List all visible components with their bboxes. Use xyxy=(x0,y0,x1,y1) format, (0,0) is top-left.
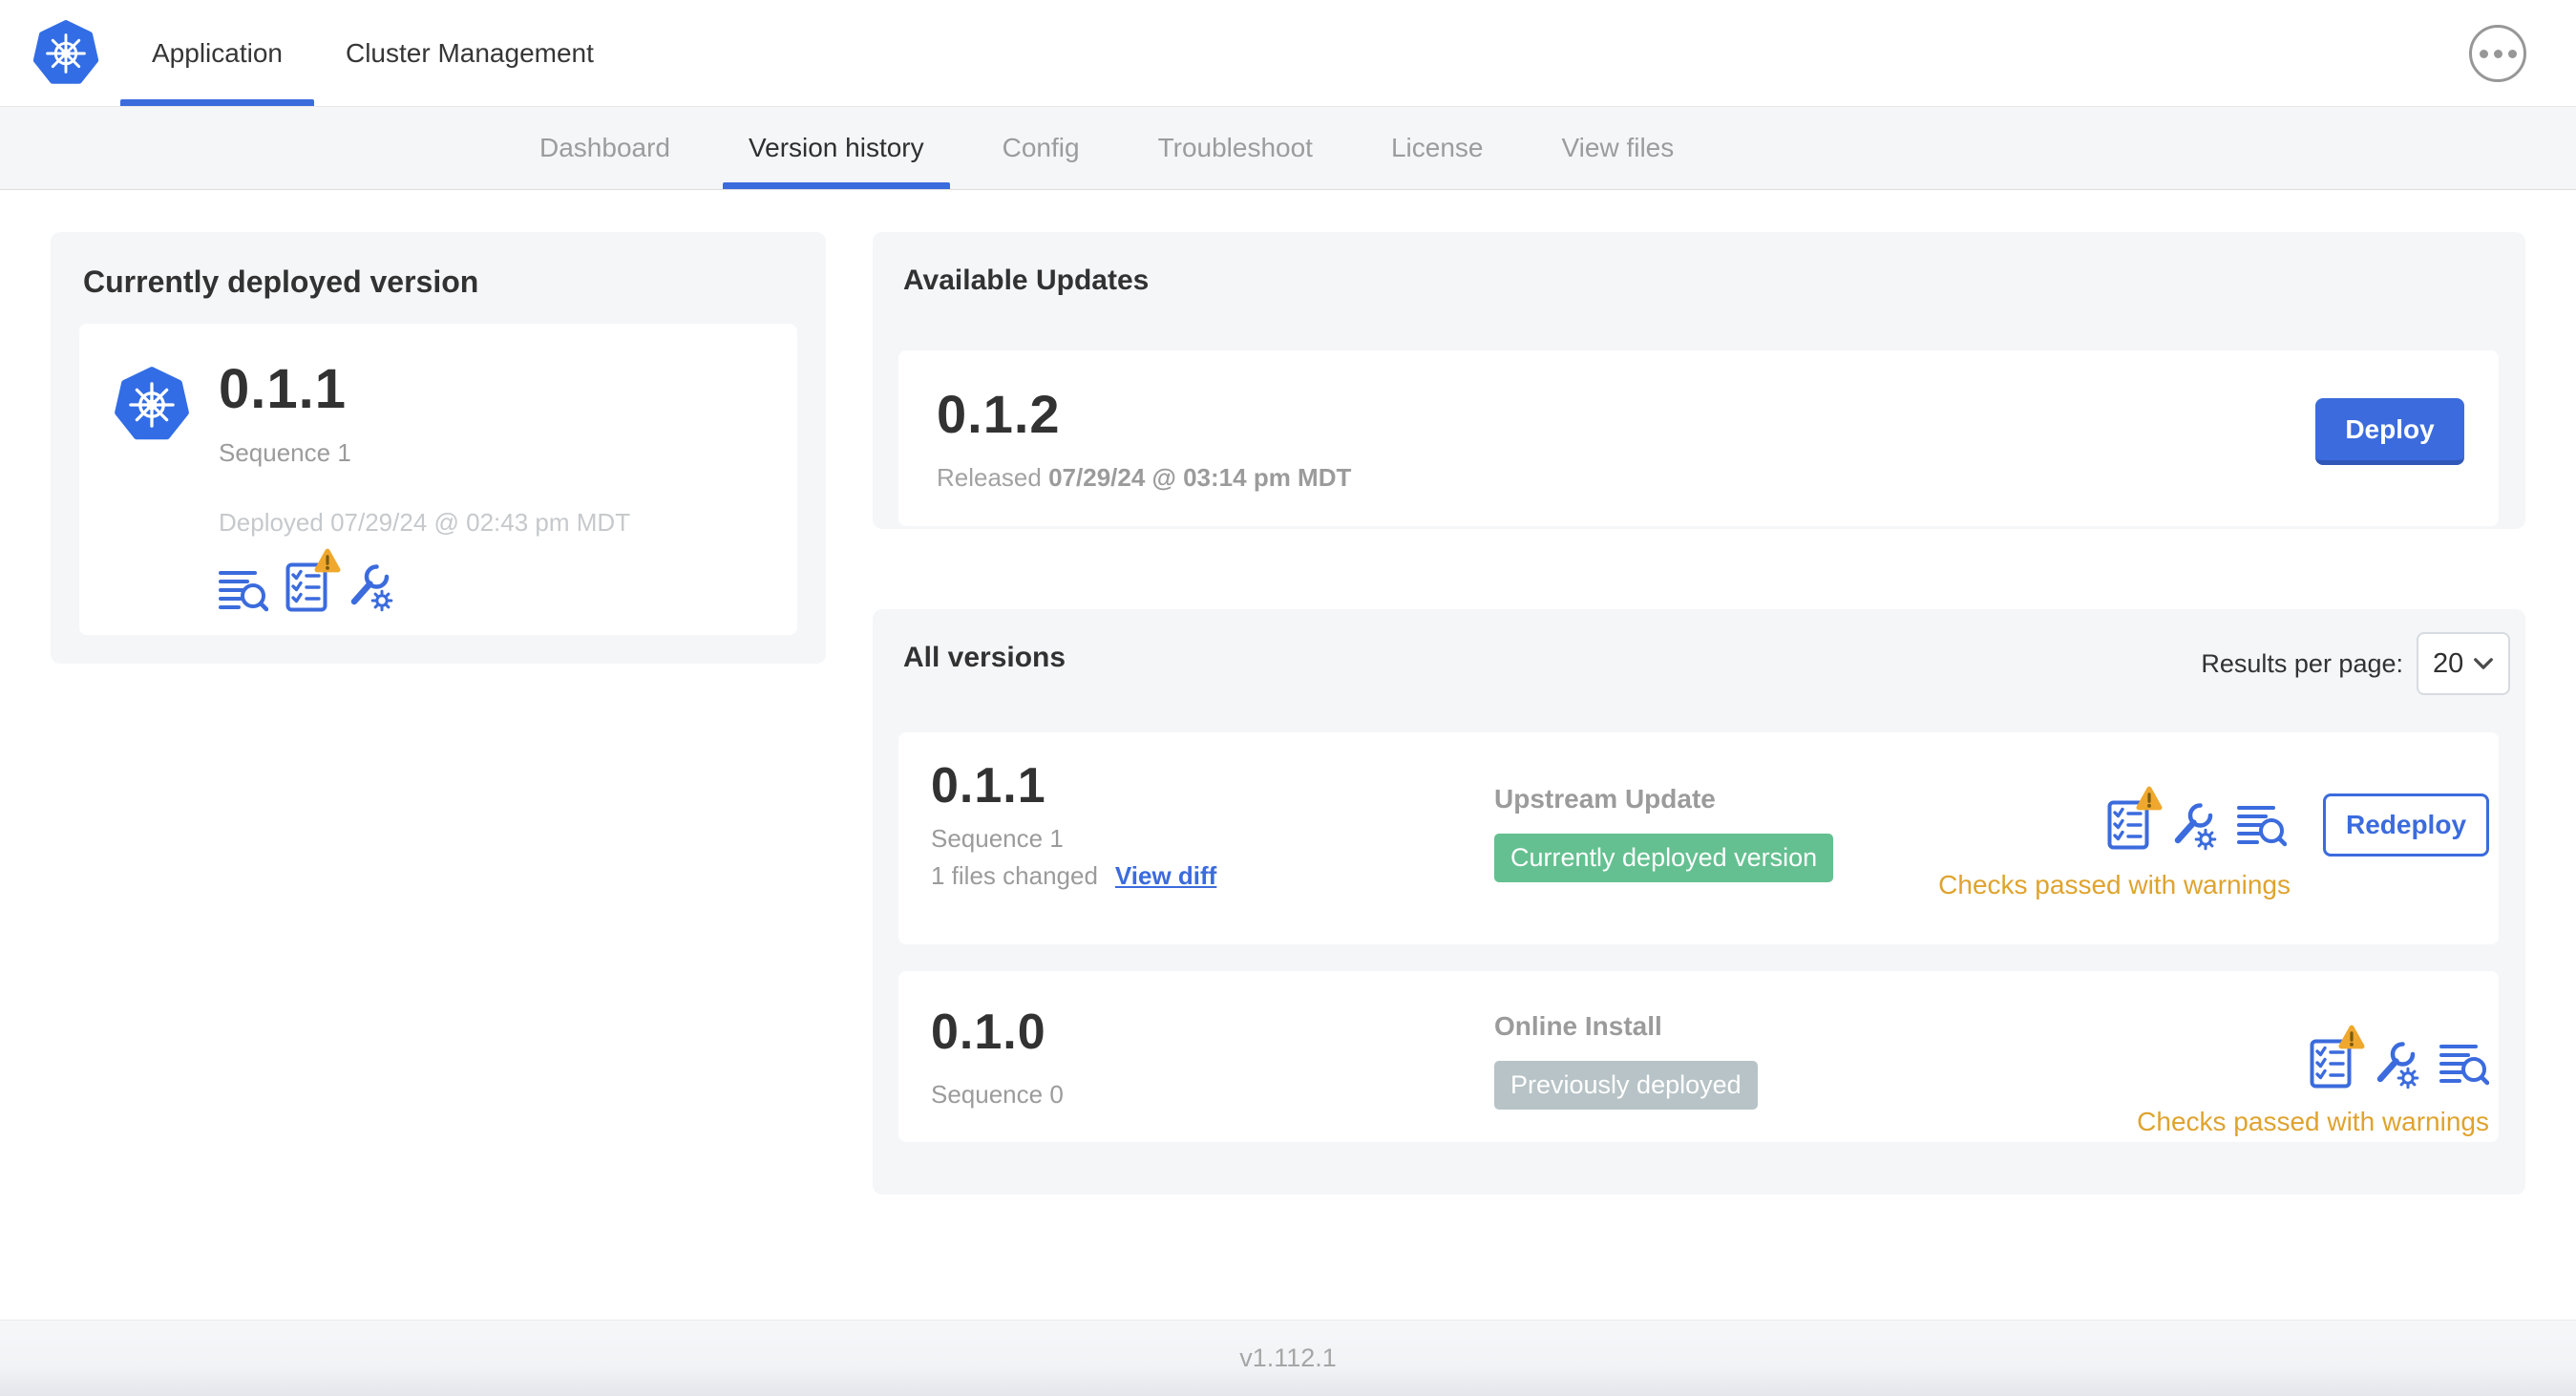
deployed-version-panel: 0.1.1 Sequence 1 Deployed 07/29/24 @ 02:… xyxy=(79,324,797,635)
release-notes-icon[interactable] xyxy=(219,568,268,612)
update-released-timestamp: 07/29/24 @ 03:14 pm MDT xyxy=(1048,463,1352,492)
active-subtab-underline xyxy=(722,182,950,189)
tab-version-history[interactable]: Version history xyxy=(722,107,950,189)
warning-triangle-icon xyxy=(2134,785,2164,814)
sub-nav: Dashboard Version history Config Trouble… xyxy=(0,107,2576,190)
currently-deployed-badge: Currently deployed version xyxy=(1494,834,1834,882)
results-per-page-label: Results per page: xyxy=(2201,648,2403,678)
all-versions-card: All versions Results per page: 20 0.1.1 … xyxy=(873,609,2525,1195)
preflight-status-text: Checks passed with warnings xyxy=(1938,870,2291,899)
tab-license[interactable]: License xyxy=(1365,107,1510,189)
more-menu-button[interactable] xyxy=(2469,25,2526,82)
tab-config[interactable]: Config xyxy=(977,107,1106,189)
config-wrench-gear-icon[interactable] xyxy=(2371,1038,2420,1089)
tab-troubleshoot[interactable]: Troubleshoot xyxy=(1132,107,1339,189)
version-history-page: { "header": { "tabs": [ { "label": "Appl… xyxy=(0,0,2576,1396)
currently-deployed-card: Currently deployed version 0.1.1 Sequenc… xyxy=(51,232,826,664)
version-row-0-1-1: 0.1.1 Sequence 1 1 files changed View di… xyxy=(898,732,2499,944)
available-updates-title: Available Updates xyxy=(903,264,1150,296)
files-changed-label: 1 files changed xyxy=(931,861,1098,890)
preflight-status-text: Checks passed with warnings xyxy=(2137,1107,2489,1136)
tab-cluster-management[interactable]: Cluster Management xyxy=(314,0,625,106)
warning-triangle-icon xyxy=(2336,1024,2367,1052)
kubernetes-logo-icon xyxy=(114,366,190,444)
results-per-page-select[interactable]: 20 xyxy=(2417,632,2510,695)
view-diff-link[interactable]: View diff xyxy=(1115,861,1216,891)
kubernetes-logo-icon xyxy=(32,19,99,88)
console-version: v1.112.1 xyxy=(1239,1343,1337,1372)
app-logo xyxy=(32,0,99,106)
chevron-down-icon xyxy=(2473,657,2494,670)
warning-triangle-icon xyxy=(312,547,343,576)
deployed-sequence: Sequence 1 xyxy=(219,438,351,467)
tab-dashboard[interactable]: Dashboard xyxy=(514,107,696,189)
version-source-label: Online Install xyxy=(1494,1011,1662,1041)
row-version-number: 0.1.0 xyxy=(931,1005,1046,1060)
row-version-number: 0.1.1 xyxy=(931,758,1046,814)
currently-deployed-title: Currently deployed version xyxy=(83,264,479,299)
all-versions-title: All versions xyxy=(903,642,1066,673)
deploy-button[interactable]: Deploy xyxy=(2315,398,2464,465)
version-source-label: Upstream Update xyxy=(1494,784,1716,814)
tab-cluster-management-label: Cluster Management xyxy=(345,37,594,68)
available-updates-card: Available Updates 0.1.2 Released 07/29/2… xyxy=(873,232,2525,529)
previously-deployed-badge: Previously deployed xyxy=(1494,1061,1758,1110)
top-nav: Application Cluster Management xyxy=(0,0,2576,107)
deployed-version-number: 0.1.1 xyxy=(219,358,347,420)
release-notes-icon[interactable] xyxy=(2237,803,2287,847)
row-sequence: Sequence 1 xyxy=(931,824,1064,853)
update-released-line: Released 07/29/24 @ 03:14 pm MDT xyxy=(937,463,1352,492)
version-row-0-1-0: 0.1.0 Sequence 0 Online Install Previous… xyxy=(898,971,2499,1142)
row-sequence: Sequence 0 xyxy=(931,1080,1064,1109)
tab-application[interactable]: Application xyxy=(120,0,314,106)
footer: v1.112.1 xyxy=(0,1320,2576,1396)
release-notes-icon[interactable] xyxy=(2439,1042,2489,1086)
active-tab-underline xyxy=(120,99,314,106)
top-nav-tabs: Application Cluster Management xyxy=(120,0,625,106)
config-wrench-gear-icon[interactable] xyxy=(2168,799,2218,851)
tab-view-files[interactable]: View files xyxy=(1535,107,1700,189)
config-wrench-gear-icon[interactable] xyxy=(345,561,394,612)
update-row: 0.1.2 Released 07/29/24 @ 03:14 pm MDT D… xyxy=(898,350,2499,526)
tab-application-label: Application xyxy=(152,37,283,68)
redeploy-button[interactable]: Redeploy xyxy=(2323,793,2489,857)
deployed-timestamp: Deployed 07/29/24 @ 02:43 pm MDT xyxy=(219,508,631,537)
update-version-number: 0.1.2 xyxy=(937,384,1061,444)
ellipsis-icon xyxy=(2479,49,2488,58)
